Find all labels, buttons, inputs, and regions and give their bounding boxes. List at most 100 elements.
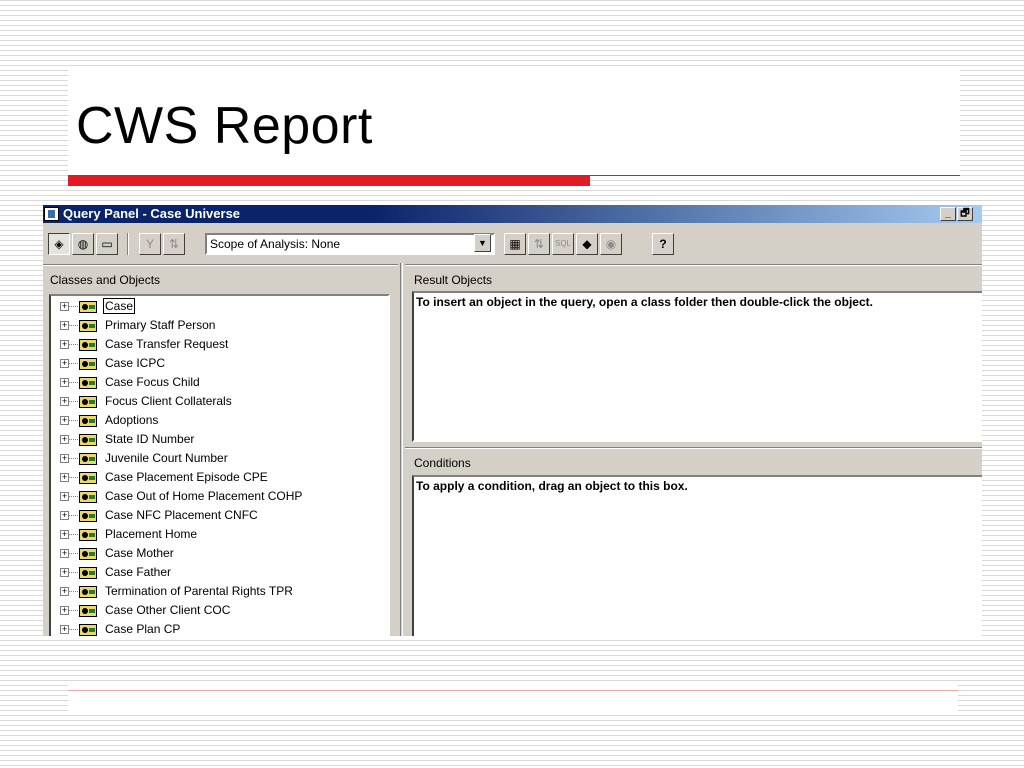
class-icon xyxy=(79,396,97,408)
class-icon xyxy=(79,624,97,636)
tree-item[interactable]: + Case Father xyxy=(51,564,381,583)
title-accent-line xyxy=(590,175,960,176)
expand-icon[interactable]: + xyxy=(60,397,69,406)
predefined-conditions-icon[interactable]: ▭ xyxy=(96,233,118,255)
tree-item[interactable]: + Placement Home xyxy=(51,526,381,545)
class-icon xyxy=(79,453,97,465)
class-icon xyxy=(79,320,97,332)
tree-item-label: Case Other Client COC xyxy=(105,603,231,617)
result-objects-box[interactable]: To insert an object in the query, open a… xyxy=(412,291,982,442)
help-icon[interactable]: ? xyxy=(652,233,674,255)
expand-icon[interactable]: + xyxy=(60,340,69,349)
tree-item-label: Case Transfer Request xyxy=(105,337,229,351)
class-icon xyxy=(79,415,97,427)
pane-separator xyxy=(43,264,398,266)
tree-item[interactable]: + Case Out of Home Placement COHP xyxy=(51,488,381,507)
tree-item-label: Primary Staff Person xyxy=(105,318,216,332)
conditions-label: Conditions xyxy=(414,456,471,470)
toolbar: ◈ ◍ ▭ Y ⇅ Scope of Analysis: None ▼ ▦ ⇅ … xyxy=(43,225,982,261)
tree-item[interactable]: + Case Placement Episode CPE xyxy=(51,469,381,488)
filter-icon[interactable]: Y xyxy=(139,233,161,255)
class-icon xyxy=(79,339,97,351)
view-data-icon[interactable]: ▦ xyxy=(504,233,526,255)
tree-item-label: Focus Client Collaterals xyxy=(105,394,232,408)
tree-item[interactable]: + Case Other Client COC xyxy=(51,602,381,621)
tree-item-label: Placement Home xyxy=(105,527,198,541)
tree-item[interactable]: + Termination of Parental Rights TPR xyxy=(51,583,381,602)
expand-icon[interactable]: + xyxy=(60,416,69,425)
classes-objects-tree[interactable]: + Case + Primary Staff Person + Case Transf… xyxy=(49,294,390,636)
tree-item[interactable]: + Case Mother xyxy=(51,545,381,564)
expand-icon[interactable]: + xyxy=(60,568,69,577)
sort-icon[interactable]: ⇅ xyxy=(163,233,185,255)
tree-item[interactable]: + Case Focus Child xyxy=(51,374,381,393)
class-icon xyxy=(79,377,97,389)
expand-icon[interactable]: + xyxy=(60,435,69,444)
tree-item-label: Case ICPC xyxy=(105,356,166,370)
class-icon xyxy=(79,586,97,598)
tree-item-label: Case Mother xyxy=(105,546,174,560)
class-icon xyxy=(79,472,97,484)
tree-item-label: Case Plan CP xyxy=(105,622,181,636)
tree-item[interactable]: + Adoptions xyxy=(51,412,381,431)
class-icon xyxy=(79,529,97,541)
tree-item[interactable]: + Case Plan CP xyxy=(51,621,381,636)
tree-item-label: Adoptions xyxy=(105,413,159,427)
tree-item-label: Juvenile Court Number xyxy=(105,451,228,465)
slide-title: CWS Report xyxy=(76,97,373,155)
chevron-down-icon[interactable]: ▼ xyxy=(474,234,491,252)
tree-item[interactable]: + Case ICPC xyxy=(51,355,381,374)
sort-results-icon[interactable]: ⇅ xyxy=(528,233,550,255)
expand-icon[interactable]: + xyxy=(60,530,69,539)
expand-icon[interactable]: + xyxy=(60,454,69,463)
tree-item-label: Case xyxy=(102,298,136,314)
class-icon xyxy=(79,605,97,617)
tree-item-label: Case Focus Child xyxy=(105,375,200,389)
expand-icon[interactable]: + xyxy=(60,587,69,596)
slide-footer-band xyxy=(68,683,958,713)
window-titlebar[interactable]: Query Panel - Case Universe _ 🗗 xyxy=(43,205,982,223)
expand-icon[interactable]: + xyxy=(60,492,69,501)
operand-icon[interactable]: ◉ xyxy=(600,233,622,255)
tree-item[interactable]: + Juvenile Court Number xyxy=(51,450,381,469)
tree-item[interactable]: + Case NFC Placement CNFC xyxy=(51,507,381,526)
pane-splitter[interactable] xyxy=(400,263,403,636)
scope-of-analysis-select[interactable]: Scope of Analysis: None xyxy=(205,233,495,255)
conditions-hint: To apply a condition, drag an object to … xyxy=(416,479,688,493)
tree-item-label: Termination of Parental Rights TPR xyxy=(105,584,293,598)
tree-item-label: Case Father xyxy=(105,565,172,579)
expand-icon[interactable]: + xyxy=(60,302,69,311)
query-panel-app-icon xyxy=(44,207,59,221)
sql-icon[interactable]: SQL xyxy=(552,233,574,255)
tree-item[interactable]: + Case Transfer Request xyxy=(51,336,381,355)
classes-objects-label: Classes and Objects xyxy=(50,273,161,287)
restore-button[interactable]: 🗗 xyxy=(957,207,973,221)
tree-item-label: State ID Number xyxy=(105,432,195,446)
footer-line xyxy=(68,690,958,691)
combined-query-icon[interactable]: ◆ xyxy=(576,233,598,255)
expand-icon[interactable]: + xyxy=(60,549,69,558)
expand-icon[interactable]: + xyxy=(60,511,69,520)
tree-item-label: Case Out of Home Placement COHP xyxy=(105,489,303,503)
query-panel-icon[interactable]: ◈ xyxy=(48,233,70,255)
class-icon xyxy=(79,358,97,370)
expand-icon[interactable]: + xyxy=(60,359,69,368)
conditions-box[interactable]: To apply a condition, drag an object to … xyxy=(412,475,982,636)
window-title: Query Panel - Case Universe xyxy=(63,206,241,221)
title-accent-bar xyxy=(68,175,590,186)
expand-icon[interactable]: + xyxy=(60,473,69,482)
expand-icon[interactable]: + xyxy=(60,606,69,615)
expand-icon[interactable]: + xyxy=(60,321,69,330)
pane-separator xyxy=(405,447,982,449)
expand-icon[interactable]: + xyxy=(60,625,69,634)
tree-item[interactable]: + Primary Staff Person xyxy=(51,317,381,336)
class-icon xyxy=(79,548,97,560)
expand-icon[interactable]: + xyxy=(60,378,69,387)
minimize-button[interactable]: _ xyxy=(940,207,956,221)
class-icon xyxy=(79,434,97,446)
tree-item[interactable]: + Case xyxy=(51,298,381,317)
classes-objects-icon[interactable]: ◍ xyxy=(72,233,94,255)
tree-item[interactable]: + State ID Number xyxy=(51,431,381,450)
tree-item[interactable]: + Focus Client Collaterals xyxy=(51,393,381,412)
pane-separator xyxy=(405,264,982,266)
